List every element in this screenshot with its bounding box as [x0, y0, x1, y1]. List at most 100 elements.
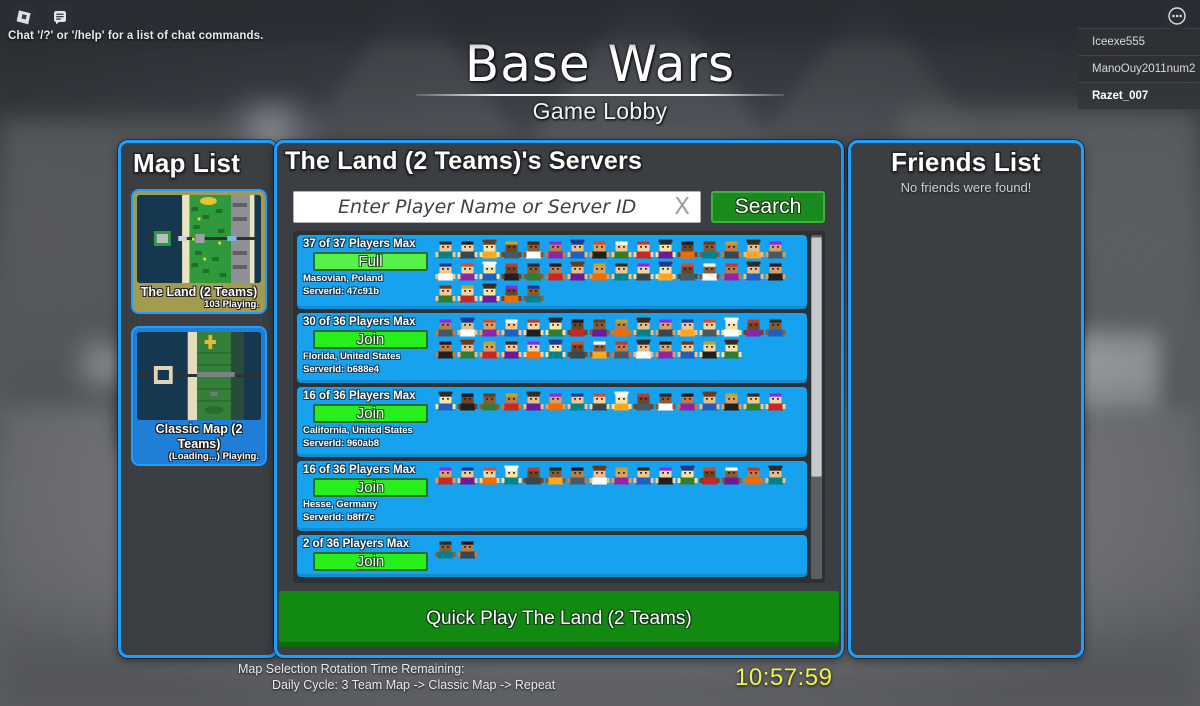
player-avatar	[765, 390, 786, 411]
player-avatar	[435, 338, 456, 359]
server-row[interactable]: 16 of 36 Players Max Join Hesse, Germany Se…	[297, 461, 807, 531]
player-avatar	[765, 316, 786, 337]
rotation-line-1: Map Selection Rotation Time Remaining:	[238, 662, 465, 676]
player-avatar	[501, 390, 522, 411]
server-id: ServerId: 960ab8	[303, 437, 380, 449]
map-list-scroll[interactable]: The Land (2 Teams) 103 Playing. Classic …	[131, 189, 267, 647]
player-avatar	[655, 260, 676, 281]
player-avatar	[699, 316, 720, 337]
server-row[interactable]: 16 of 36 Players Max Join California, Unit…	[297, 387, 807, 457]
player-avatar	[721, 464, 742, 485]
player-avatar	[501, 338, 522, 359]
server-location: Hesse, Germany	[303, 499, 378, 510]
search-button[interactable]: Search	[711, 191, 825, 223]
clear-search-icon[interactable]: X	[670, 195, 694, 219]
player-avatar	[567, 338, 588, 359]
player-avatar	[435, 538, 456, 559]
server-search-row: Enter Player Name or Server ID X Search	[293, 191, 825, 223]
player-avatar	[479, 282, 500, 303]
player-avatar	[589, 464, 610, 485]
player-avatar	[633, 260, 654, 281]
server-row[interactable]: 37 of 37 Players Max Full Masovian, Poland…	[297, 235, 807, 309]
server-info: 2 of 36 Players Max Join	[297, 535, 433, 577]
player-avatar	[523, 338, 544, 359]
map-preview-image	[137, 195, 261, 283]
player-avatar	[589, 316, 610, 337]
player-avatar	[435, 260, 456, 281]
map-card-the-land[interactable]: The Land (2 Teams) 103 Playing.	[131, 189, 267, 315]
server-row[interactable]: 30 of 36 Players Max Join Florida, United …	[297, 313, 807, 383]
server-full-button[interactable]: Full	[313, 252, 428, 271]
server-join-button[interactable]: Join	[313, 478, 428, 497]
player-avatar	[721, 316, 742, 337]
player-avatar	[611, 390, 632, 411]
server-row[interactable]: 2 of 36 Players Max Join	[297, 535, 807, 577]
rotation-timer: 10:57:59	[735, 664, 833, 691]
server-capacity: 16 of 36 Players Max	[303, 390, 416, 402]
server-info: 37 of 37 Players Max Full Masovian, Poland…	[297, 235, 433, 309]
player-avatar	[655, 316, 676, 337]
player-avatar	[633, 316, 654, 337]
player-avatar	[545, 390, 566, 411]
player-avatar	[457, 390, 478, 411]
player-list-item-local[interactable]: Razet_007	[1078, 82, 1200, 109]
server-capacity: 16 of 36 Players Max	[303, 464, 416, 476]
player-avatar	[567, 464, 588, 485]
map-player-count: 103 Playing.	[204, 299, 259, 311]
player-avatar	[677, 390, 698, 411]
player-avatar	[457, 238, 478, 259]
player-avatar	[545, 464, 566, 485]
player-avatar	[501, 282, 522, 303]
player-avatar	[567, 390, 588, 411]
quick-play-button[interactable]: Quick Play The Land (2 Teams)	[279, 591, 839, 647]
player-avatar	[589, 390, 610, 411]
chat-toggle-button[interactable]	[46, 3, 74, 31]
player-avatar	[545, 238, 566, 259]
server-capacity: 37 of 37 Players Max	[303, 238, 416, 250]
player-list-item[interactable]: Iceexe555	[1078, 28, 1200, 55]
title-divider	[416, 93, 784, 96]
server-info: 16 of 36 Players Max Join Hesse, Germany Se…	[297, 461, 433, 531]
player-avatar	[567, 238, 588, 259]
server-id: ServerId: b8ff7c	[303, 511, 375, 523]
server-search-input[interactable]: Enter Player Name or Server ID X	[293, 191, 701, 223]
server-id: ServerId: 47c91b	[303, 285, 380, 297]
player-avatar	[699, 390, 720, 411]
server-join-button[interactable]: Join	[313, 330, 428, 349]
map-card-classic-map[interactable]: Classic Map (2 Teams) (Loading...) Playi…	[131, 326, 267, 467]
player-avatar	[611, 338, 632, 359]
player-avatar	[611, 316, 632, 337]
server-join-button[interactable]: Join	[313, 552, 428, 571]
server-location: Florida, United States	[303, 351, 401, 362]
player-list-item[interactable]: ManoOuy2011num2	[1078, 55, 1200, 82]
player-avatar	[677, 464, 698, 485]
player-avatar	[699, 464, 720, 485]
rotation-bar: Map Selection Rotation Time Remaining: D…	[0, 662, 1200, 704]
player-avatar	[633, 238, 654, 259]
player-avatar	[743, 390, 764, 411]
player-avatar	[611, 464, 632, 485]
server-info: 30 of 36 Players Max Join Florida, United …	[297, 313, 433, 383]
player-avatar	[699, 338, 720, 359]
player-avatar	[765, 238, 786, 259]
player-avatar	[743, 238, 764, 259]
player-avatar	[523, 260, 544, 281]
more-options-icon	[1168, 7, 1186, 25]
player-list: Iceexe555 ManoOuy2011num2 Razet_007	[1078, 28, 1200, 109]
server-list-heading: The Land (2 Teams)'s Servers	[285, 147, 643, 175]
server-info: 16 of 36 Players Max Join California, Unit…	[297, 387, 433, 457]
server-join-button[interactable]: Join	[313, 404, 428, 423]
player-avatar	[479, 338, 500, 359]
player-avatar	[655, 390, 676, 411]
player-avatar	[677, 238, 698, 259]
player-avatar	[457, 282, 478, 303]
friends-list-heading: Friends List	[891, 147, 1041, 177]
chat-hint-text: Chat '/?' or '/help' for a list of chat …	[8, 30, 264, 42]
server-scrollbar-thumb[interactable]	[811, 237, 822, 477]
player-avatar	[699, 260, 720, 281]
more-options-button[interactable]	[1164, 3, 1190, 29]
server-list-scroll[interactable]: 37 of 37 Players Max Full Masovian, Poland…	[293, 231, 825, 583]
player-avatar	[457, 338, 478, 359]
player-avatar	[523, 282, 544, 303]
roblox-menu-button[interactable]	[10, 3, 38, 31]
